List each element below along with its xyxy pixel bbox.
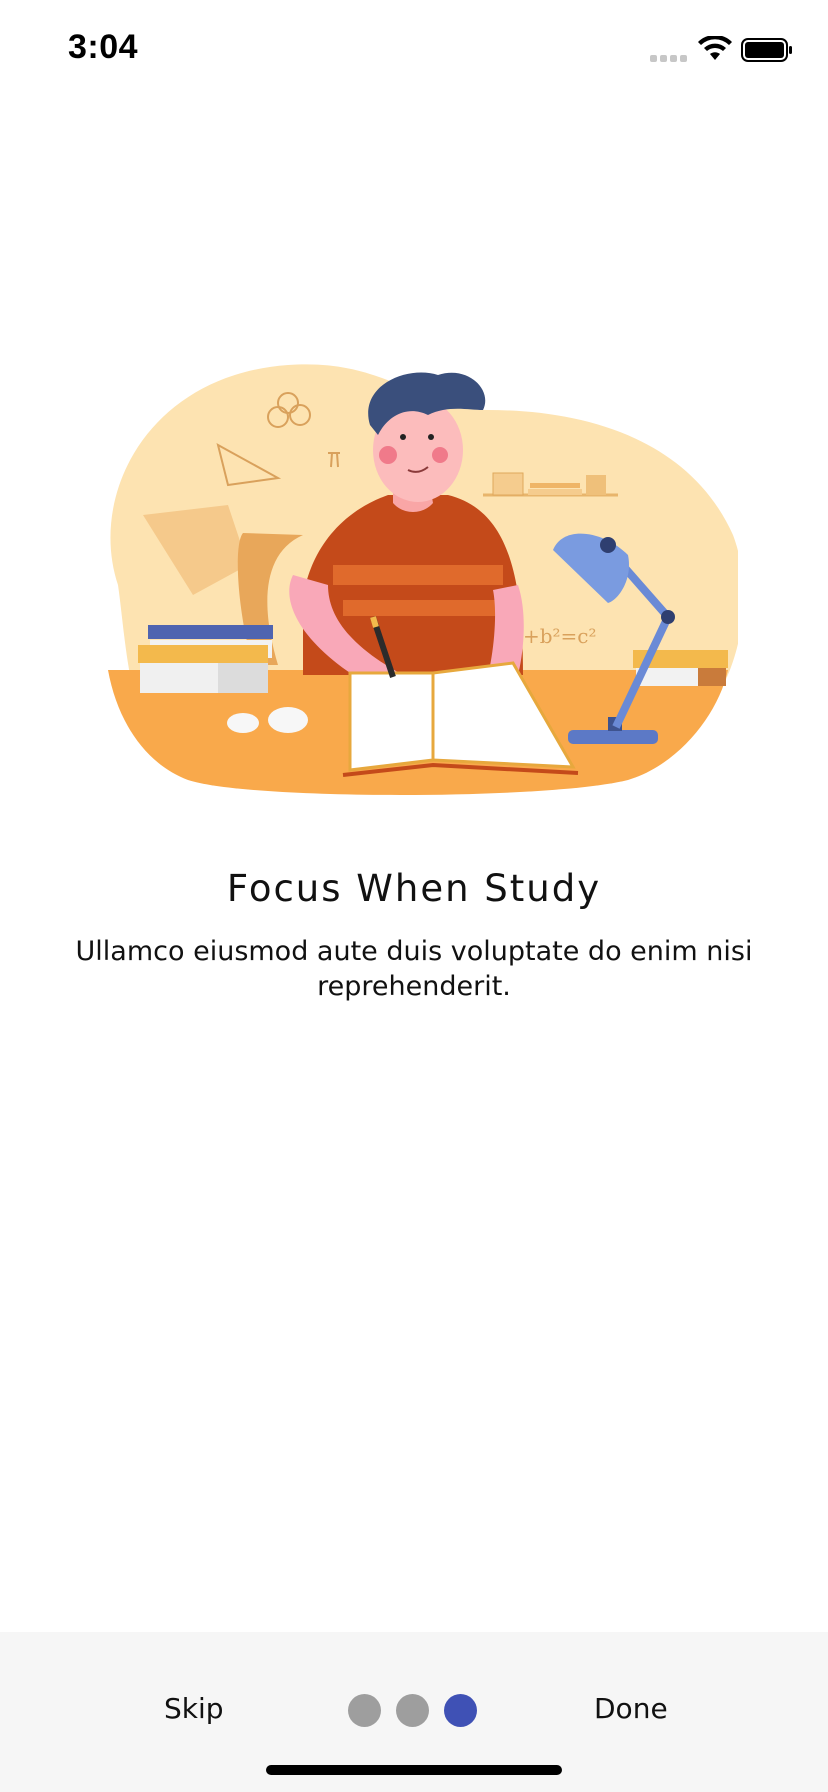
onboarding-title: Focus When Study [226, 867, 602, 910]
status-time: 3:04 [68, 28, 139, 66]
onboarding-description: Ullamco eiusmod aute duis voluptate do e… [75, 936, 753, 1002]
skip-button[interactable]: Skip [164, 1692, 224, 1725]
page-dot-2[interactable] [396, 1694, 429, 1727]
home-indicator [266, 1765, 562, 1775]
status-bar: 3:04 [0, 0, 828, 100]
page-indicator [348, 1694, 480, 1728]
wifi-icon [698, 36, 732, 60]
bottom-navigation-bar: Skip Done [0, 1632, 828, 1792]
cellular-signal-icon [650, 55, 687, 62]
done-button[interactable]: Done [594, 1692, 668, 1725]
student-studying-illustration: a²+b²=c² [108, 364, 738, 795]
battery-icon [741, 38, 792, 62]
page-dot-3-active[interactable] [444, 1694, 477, 1727]
page-dot-1[interactable] [348, 1694, 381, 1727]
